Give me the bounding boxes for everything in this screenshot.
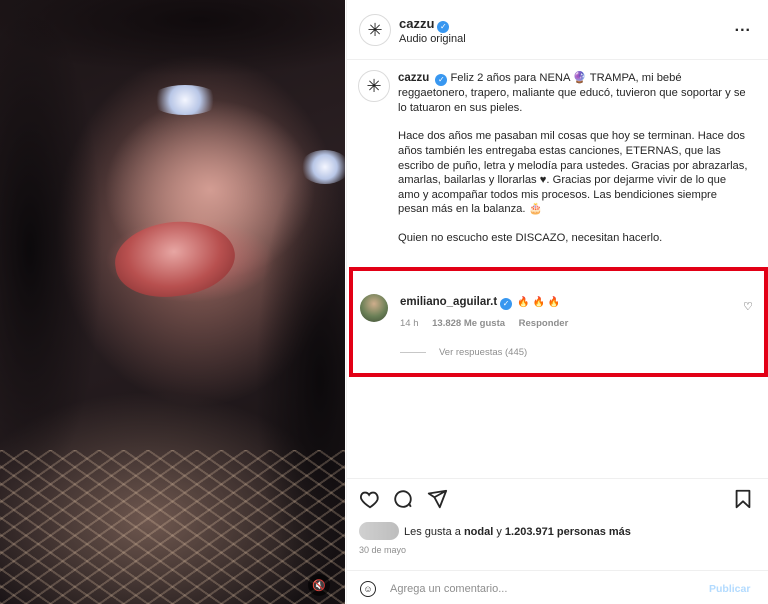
post-image[interactable]: 🔇 [0, 0, 345, 604]
caption: cazzu ✓ Feliz 2 años para NENA 🔮 TRAMPA, … [398, 71, 748, 260]
image-glitter-right [300, 150, 345, 184]
view-replies-button[interactable]: Ver respuestas (445) [400, 347, 527, 358]
heart-icon[interactable] [359, 488, 381, 510]
likes-summary[interactable]: Les gusta a nodal y 1.203.971 personas m… [404, 526, 631, 538]
comment-header: emiliano_aguilar.t ✓ 🔥 🔥 🔥 [400, 296, 560, 310]
comment-icon[interactable] [392, 488, 414, 510]
more-options-icon[interactable]: ... [735, 18, 751, 36]
author-username[interactable]: cazzu [399, 16, 434, 31]
caption-avatar[interactable]: ✳ [358, 70, 390, 102]
commenter-avatar[interactable] [360, 294, 388, 322]
bookmark-icon[interactable] [733, 488, 753, 510]
comment-text: 🔥 🔥 🔥 [517, 297, 561, 308]
likes-connector: y [496, 526, 502, 538]
comment-meta: 14 h 13.828 Me gusta Responder [400, 318, 579, 329]
post-date: 30 de mayo [359, 545, 407, 555]
verified-badge-icon: ✓ [500, 297, 513, 310]
emoji-icon[interactable]: ☺ [360, 581, 376, 597]
verified-badge-icon: ✓ [435, 74, 448, 87]
mute-icon[interactable]: 🔇 [308, 574, 330, 596]
likes-count[interactable]: 1.203.971 personas más [505, 526, 631, 538]
likes-prefix: Les gusta a [404, 526, 461, 538]
post-header: ✳ cazzu ✓ Audio original ... [347, 0, 768, 60]
image-glitter-left [150, 85, 220, 115]
author-avatar[interactable]: ✳ [359, 14, 391, 46]
image-necklace [0, 450, 345, 604]
caption-username[interactable]: cazzu [398, 72, 429, 84]
comment-time[interactable]: 14 h [400, 318, 419, 329]
comment-like-icon[interactable]: ♡ [743, 300, 753, 313]
likes-user[interactable]: nodal [464, 526, 493, 538]
comment-likes[interactable]: 13.828 Me gusta [432, 318, 505, 329]
caption-paragraph-1: Feliz 2 años para NENA 🔮 TRAMPA, mi bebé… [398, 72, 746, 114]
audio-label[interactable]: Audio original [399, 33, 466, 45]
comment-input[interactable] [390, 580, 690, 598]
likers-avatars[interactable] [359, 522, 399, 540]
reply-button[interactable]: Responder [519, 318, 569, 329]
verified-badge-icon: ✓ [437, 20, 450, 33]
commenter-username[interactable]: emiliano_aguilar.t [400, 296, 497, 308]
caption-paragraph-3: Quien no escucho este DISCAZO, necesitan… [398, 232, 663, 245]
publish-button[interactable]: Publicar [709, 583, 750, 595]
view-replies-label: Ver respuestas (445) [439, 347, 528, 358]
replies-divider [400, 352, 426, 353]
caption-paragraph-2: Hace dos años me pasaban mil cosas que h… [398, 130, 748, 216]
share-icon[interactable] [426, 488, 448, 510]
